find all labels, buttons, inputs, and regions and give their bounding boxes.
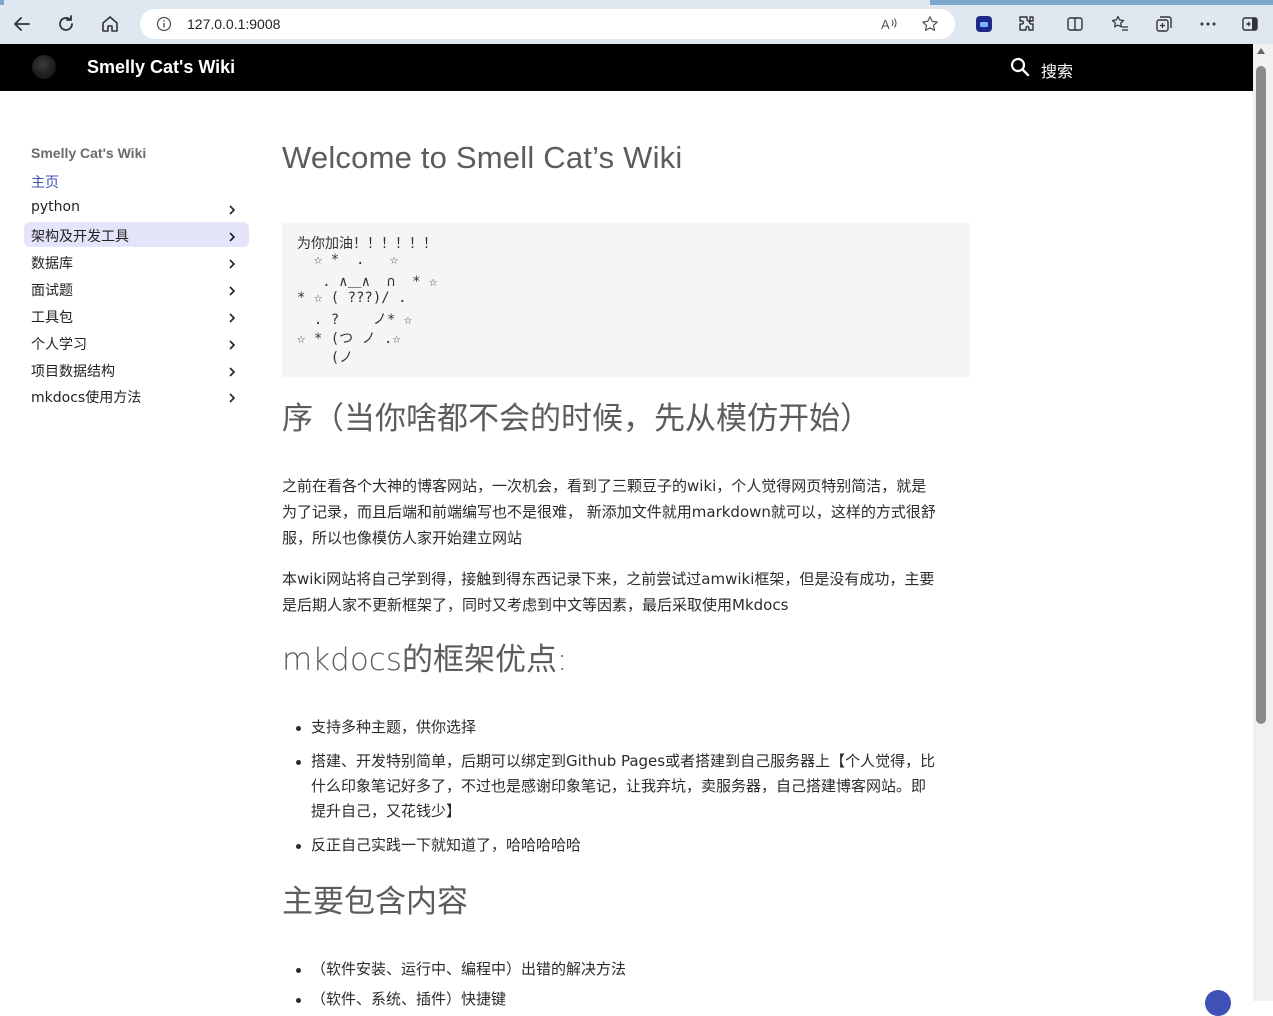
sidebar-item-label[interactable]: 数据库: [31, 253, 73, 273]
code-line: . ∧＿∧ ∩ * ☆: [297, 274, 438, 290]
sidebar-item-label[interactable]: 个人学习: [31, 334, 87, 354]
extension-badge-icon[interactable]: [972, 12, 996, 36]
sidebar-heading: Smelly Cat's Wiki: [31, 145, 147, 161]
paragraph-line: 为了记录，而且后端和前端编写也不是很难， 新添加文件就用markdown就可以，…: [282, 503, 936, 521]
list-item-text: 支持多种主题，供你选择: [311, 718, 477, 736]
paragraph-line: 是后期人家不更新框架了，同时又考虑到中文等因素，最后采取使用Mkdocs: [282, 596, 789, 614]
code-line: * ☆ ( ???)/ .: [297, 290, 407, 306]
sidebar-item-python[interactable]: python: [24, 195, 249, 220]
code-line: ☆ * (つ ノ .☆: [297, 331, 401, 347]
section-heading-advantages: mkdocs的框架优点:: [282, 642, 568, 678]
sidebar-item-mkdocs-usage[interactable]: mkdocs使用方法: [24, 383, 249, 408]
back-icon[interactable]: [9, 11, 35, 37]
site-title[interactable]: Smelly Cat's Wiki: [87, 57, 235, 78]
sidebar-item-database[interactable]: 数据库: [24, 249, 249, 274]
paragraph-line: 服，所以也像模仿人家开始建立网站: [282, 529, 523, 547]
search-input[interactable]: 搜索: [1041, 58, 1073, 82]
code-block: 为你加油！！！！！！ ☆ * . ☆ . ∧＿∧ ∩ * ☆ * ☆ ( ???…: [282, 223, 970, 377]
code-line: . ? ノ* ☆: [297, 312, 413, 328]
chevron-right-icon: [226, 336, 238, 350]
list-item-text: 提升自己，又花钱少】: [311, 802, 462, 820]
list-item: （软件、系统、插件）快捷键: [311, 990, 507, 1008]
sidebar-item-label[interactable]: 架构及开发工具: [31, 226, 129, 246]
scroll-up-arrow-icon[interactable]: [1257, 48, 1265, 54]
active-tab[interactable]: [4, 0, 930, 5]
list-item-text: 什么印象笔记好多了，不过也是感谢印象笔记，让我弃坑，卖服务器，自己搭建博客网站。…: [311, 777, 927, 795]
sidebar-item-personal-study[interactable]: 个人学习: [24, 330, 249, 355]
address-bar[interactable]: 127.0.0.1:9008 A: [140, 9, 955, 39]
sidebar-item-architecture-tools[interactable]: 架构及开发工具: [24, 222, 249, 247]
list-item: 支持多种主题，供你选择: [311, 715, 971, 740]
sidebar-item-label[interactable]: 面试题: [31, 280, 73, 300]
sidebar-item-project-data-structure[interactable]: 项目数据结构: [24, 357, 249, 382]
url-text[interactable]: 127.0.0.1:9008: [187, 16, 280, 32]
sidebar-item-label[interactable]: 工具包: [31, 307, 73, 327]
sidebar-item-label[interactable]: python: [31, 199, 80, 215]
collections-icon[interactable]: [1152, 12, 1176, 36]
chevron-right-icon: [226, 389, 238, 403]
page-title: Welcome to Smell Cat’s Wiki: [282, 140, 683, 175]
section-heading-intro: 序（当你啥都不会的时候，先从模仿开始）: [282, 401, 871, 437]
paragraph-line: 之前在看各个大神的博客网站，一次机会，看到了三颗豆子的wiki，个人觉得网页特别…: [282, 477, 927, 495]
extensions-icon[interactable]: [1015, 12, 1039, 36]
chevron-right-icon: [226, 255, 238, 269]
chevron-right-icon: [226, 309, 238, 323]
scrollbar-thumb[interactable]: [1256, 66, 1266, 724]
tab-strip: [0, 0, 1273, 5]
split-screen-icon[interactable]: [1063, 12, 1087, 36]
intro-paragraph: 之前在看各个大神的博客网站，一次机会，看到了三颗豆子的wiki，个人觉得网页特别…: [282, 473, 972, 551]
list-item: 搭建、开发特别简单，后期可以绑定到Github Pages或者搭建到自己服务器上…: [311, 749, 971, 824]
favorite-star-icon[interactable]: [919, 13, 941, 35]
section-heading-contents: 主要包含内容: [282, 884, 468, 920]
list-bullet: [296, 726, 301, 731]
sidebar-item-label[interactable]: 项目数据结构: [31, 361, 115, 381]
sidebar-item-home[interactable]: 主页: [24, 168, 249, 193]
paragraph-line: 本wiki网站将自己学到得，接触到得东西记录下来，之前尝试过amwiki框架，但…: [282, 570, 935, 588]
list-item: （软件安装、运行中、编程中）出错的解决方法: [311, 960, 627, 978]
more-menu-icon[interactable]: [1196, 12, 1220, 36]
list-item-text: 搭建、开发特别简单，后期可以绑定到Github Pages或者搭建到自己服务器上…: [311, 752, 936, 770]
chevron-right-icon: [226, 201, 238, 215]
home-icon[interactable]: [97, 11, 123, 37]
list-item: 反正自己实践一下就知道了，哈哈哈哈哈: [311, 833, 971, 858]
site-logo[interactable]: [32, 55, 56, 79]
site-header: Smelly Cat's Wiki 搜索: [0, 44, 1253, 91]
code-line: 为你加油！！！！！！: [297, 236, 437, 252]
svg-text:A: A: [881, 17, 890, 32]
chevron-right-icon: [226, 282, 238, 296]
list-bullet: [296, 844, 301, 849]
reload-icon[interactable]: [53, 11, 79, 37]
sidebar-item-interview[interactable]: 面试题: [24, 276, 249, 301]
sidebar-item-label[interactable]: 主页: [31, 172, 59, 192]
code-line: ☆ * . ☆: [297, 252, 399, 268]
list-item-text: 反正自己实践一下就知道了，哈哈哈哈哈: [311, 836, 582, 854]
chevron-right-icon: [226, 228, 238, 242]
sidebar-item-label[interactable]: mkdocs使用方法: [31, 387, 141, 407]
browser-toolbar: 127.0.0.1:9008 A: [0, 0, 1273, 46]
list-bullet: [296, 760, 301, 765]
list-bullet: [296, 968, 301, 973]
sidebar-toggle-icon[interactable]: [1238, 12, 1262, 36]
read-aloud-icon[interactable]: A: [879, 13, 901, 35]
search-icon[interactable]: [1009, 56, 1031, 78]
intro-paragraph: 本wiki网站将自己学到得，接触到得东西记录下来，之前尝试过amwiki框架，但…: [282, 566, 972, 618]
code-line: (ノ: [297, 350, 354, 366]
site-info-icon[interactable]: [153, 13, 175, 35]
chevron-right-icon: [226, 363, 238, 377]
sidebar-item-toolkit[interactable]: 工具包: [24, 303, 249, 328]
favorites-list-icon[interactable]: [1108, 12, 1132, 36]
back-to-top-button[interactable]: [1205, 990, 1231, 1016]
